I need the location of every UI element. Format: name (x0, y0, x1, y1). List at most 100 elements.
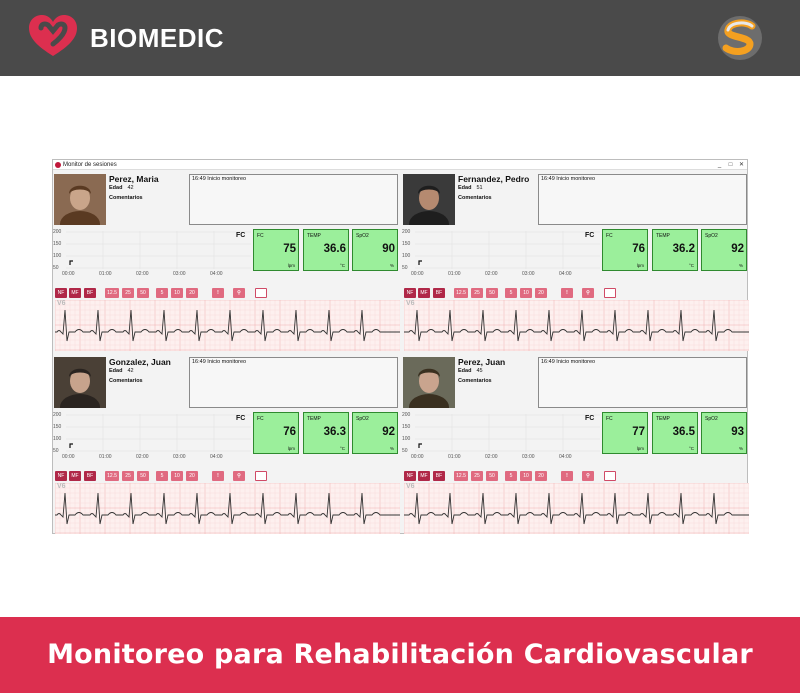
filter-bf-button[interactable]: BF (433, 288, 445, 298)
alert-icon[interactable]: ! (561, 471, 573, 481)
ecg-waveform (54, 299, 401, 351)
vital-temp-box: TEMP 36.3 °C (303, 412, 349, 454)
filter-nf-button[interactable]: NF (404, 288, 416, 298)
y-tick: 150 (402, 241, 411, 247)
marker-icon[interactable]: ⚲ (233, 288, 245, 298)
gain-10-button[interactable]: 10 (520, 288, 532, 298)
speed-25-button[interactable]: 25 (471, 471, 483, 481)
blank-square-icon[interactable] (604, 288, 616, 298)
patient-name: Fernandez, Pedro (458, 174, 530, 184)
patient-name: Perez, Juan (458, 357, 506, 367)
ecg-trace (55, 309, 400, 342)
speed-50-button[interactable]: 50 (486, 288, 498, 298)
alert-icon[interactable]: ! (561, 288, 573, 298)
session-log[interactable]: 16:49 Inicio monitoreo (538, 357, 747, 408)
speed-25-button[interactable]: 25 (122, 471, 134, 481)
gain-10-button[interactable]: 10 (520, 471, 532, 481)
filter-bf-button[interactable]: BF (433, 471, 445, 481)
speed-50-button[interactable]: 50 (137, 471, 149, 481)
filter-bf-button[interactable]: BF (84, 288, 96, 298)
filter-bf-button[interactable]: BF (84, 471, 96, 481)
x-tick: 00:00 (411, 454, 424, 460)
x-tick: 02:00 (485, 454, 498, 460)
vital-temp-unit: °C (339, 446, 345, 451)
gain-20-button[interactable]: 20 (535, 288, 547, 298)
x-tick: 04:00 (559, 271, 572, 277)
speed-12-5-button[interactable]: 12.5 (105, 288, 119, 298)
filter-mf-button[interactable]: MF (69, 471, 81, 481)
gain-5-button[interactable]: 5 (156, 471, 168, 481)
blank-square-icon[interactable] (604, 471, 616, 481)
footer-caption: Monitoreo para Rehabilitación Cardiovasc… (0, 617, 800, 693)
alert-icon[interactable]: ! (212, 471, 224, 481)
filter-nf-button[interactable]: NF (55, 471, 67, 481)
patient-name: Perez, Maria (109, 174, 159, 184)
vital-temp-label: TEMP (307, 233, 321, 239)
vital-temp-box: TEMP 36.2 °C (652, 229, 698, 271)
filter-nf-button[interactable]: NF (404, 471, 416, 481)
gain-20-button[interactable]: 20 (535, 471, 547, 481)
session-monitor-window: Monitor de sesiones _ □ ✕ Perez, Maria E… (52, 159, 750, 534)
x-tick: 03:00 (522, 271, 535, 277)
gain-20-button[interactable]: 20 (186, 471, 198, 481)
speed-50-button[interactable]: 50 (486, 471, 498, 481)
gain-10-button[interactable]: 10 (171, 471, 183, 481)
gain-5-button[interactable]: 5 (505, 471, 517, 481)
patient-age: 51 (476, 185, 483, 191)
maximize-button[interactable]: □ (726, 161, 735, 169)
ecg-strip: V6 (54, 299, 401, 351)
vital-fc-value: 76 (283, 426, 296, 438)
vital-spo2-value: 90 (382, 243, 395, 255)
patient-photo (54, 357, 106, 408)
app-icon (55, 162, 61, 168)
y-tick: 50 (402, 265, 408, 271)
speed-12-5-button[interactable]: 12.5 (454, 471, 468, 481)
vital-temp-label: TEMP (656, 233, 670, 239)
vital-fc-label: FC (257, 416, 264, 422)
gain-20-button[interactable]: 20 (186, 288, 198, 298)
gain-10-button[interactable]: 10 (171, 288, 183, 298)
filter-mf-button[interactable]: MF (418, 471, 430, 481)
patient-photo (403, 174, 455, 225)
fc-trend-chart: 200 150 100 50 00:00 01:00 02:00 03:00 0… (53, 229, 253, 281)
minimize-button[interactable]: _ (715, 161, 724, 169)
filter-nf-button[interactable]: NF (55, 288, 67, 298)
patient-age-row: Edad 42 (109, 185, 134, 191)
marker-icon[interactable]: ⚲ (233, 471, 245, 481)
session-log[interactable]: 16:49 Inicio monitoreo (189, 357, 398, 408)
close-button[interactable]: ✕ (737, 161, 746, 169)
patient-panel-1: Perez, Maria Edad 42 Comentarios 16:49 In… (53, 171, 401, 353)
fc-chart-title: FC (585, 415, 595, 422)
biomedic-heart-logo-icon (29, 15, 77, 56)
filter-mf-button[interactable]: MF (69, 288, 81, 298)
y-tick: 200 (53, 229, 62, 235)
vital-temp-unit: °C (688, 446, 694, 451)
ecg-lead-label: V6 (57, 300, 66, 307)
ecg-waveform (403, 482, 750, 534)
patient-age: 45 (476, 368, 483, 374)
filter-mf-button[interactable]: MF (418, 288, 430, 298)
gain-5-button[interactable]: 5 (505, 288, 517, 298)
x-tick: 03:00 (522, 454, 535, 460)
speed-25-button[interactable]: 25 (471, 288, 483, 298)
ecg-strip: V6 (403, 299, 750, 351)
x-tick: 03:00 (173, 271, 186, 277)
speed-25-button[interactable]: 25 (122, 288, 134, 298)
vital-spo2-value: 92 (382, 426, 395, 438)
x-tick: 04:00 (210, 271, 223, 277)
vital-fc-box: FC 76 lpm (253, 412, 299, 454)
vital-fc-value: 75 (283, 243, 296, 255)
speed-12-5-button[interactable]: 12.5 (454, 288, 468, 298)
speed-12-5-button[interactable]: 12.5 (105, 471, 119, 481)
alert-icon[interactable]: ! (212, 288, 224, 298)
marker-icon[interactable]: ⚲ (582, 288, 594, 298)
patient-age-row: Edad 45 (458, 368, 483, 374)
blank-square-icon[interactable] (255, 288, 267, 298)
fc-chart-title: FC (236, 232, 246, 239)
speed-50-button[interactable]: 50 (137, 288, 149, 298)
session-log[interactable]: 16:49 Inicio monitoreo (538, 174, 747, 225)
marker-icon[interactable]: ⚲ (582, 471, 594, 481)
gain-5-button[interactable]: 5 (156, 288, 168, 298)
session-log[interactable]: 16:49 Inicio monitoreo (189, 174, 398, 225)
blank-square-icon[interactable] (255, 471, 267, 481)
